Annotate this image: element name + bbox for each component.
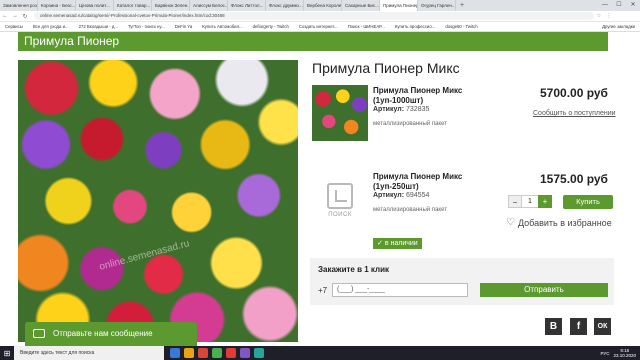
check-icon: ✓ — [377, 240, 383, 247]
bookmark-item[interactable]: Все для ухода и... — [28, 24, 74, 29]
variant-1-price: 5700.00 руб — [540, 86, 608, 100]
heart-icon: ♡ — [506, 217, 515, 228]
odnoklassniki-icon[interactable]: ОК — [594, 318, 611, 335]
qty-minus-button[interactable]: − — [508, 195, 522, 208]
notify-link[interactable]: Сообщить о поступлении — [533, 110, 616, 117]
browser-tab[interactable]: Барвінок Зелен... — [152, 0, 190, 11]
back-icon[interactable]: ← — [0, 13, 10, 19]
taskbar: ⊞ Введите здесь текст для поиска РУС 9:1… — [0, 346, 640, 360]
variant-1-name[interactable]: Примула Пионер Микс (1уп-1000шт) — [373, 86, 493, 106]
taskbar-search-input[interactable]: Введите здесь текст для поиска — [14, 346, 164, 360]
taskbar-app-icon[interactable] — [184, 348, 194, 358]
variant-2-article: Артикул: 694554 — [373, 192, 429, 199]
chat-widget[interactable]: Отправьте нам сообщение — [25, 322, 197, 346]
taskbar-app-icon[interactable] — [254, 348, 264, 358]
taskbar-app-icon[interactable] — [212, 348, 222, 358]
browser-tab[interactable]: Флокс друммо... — [266, 0, 304, 11]
facebook-icon[interactable]: f — [570, 318, 587, 335]
reload-icon[interactable]: ↻ — [20, 13, 30, 20]
browser-tab[interactable]: Вербена Королев... — [304, 0, 342, 11]
in-stock-badge: ✓ в наличии — [373, 238, 422, 249]
browser-tab[interactable]: Цінова полит... — [76, 0, 114, 11]
url-input[interactable]: online.semenasad.ru/catalog/semi/-Profes… — [34, 12, 594, 20]
image-watermark: online.semenasad.ru — [98, 238, 191, 273]
browser-tab-bar: Замовлення роз... Корзина - Безс... Цінова… — [0, 0, 640, 11]
browser-tab[interactable]: Примула Пионер... — [380, 0, 418, 11]
new-tab-button[interactable]: + — [456, 0, 468, 11]
clock-date: 23.10.2020 — [613, 353, 636, 358]
phone-prefix: +7 — [318, 286, 328, 295]
variant-1-image[interactable] — [312, 85, 368, 141]
browser-tab[interactable]: Огурец Гарлен... — [418, 0, 456, 11]
bookmarks-bar: Сервисы Все для ухода и... 272 Вкладыши - … — [0, 22, 640, 32]
chat-icon — [33, 329, 45, 338]
clock[interactable]: 9:15 23.10.2020 — [613, 348, 636, 358]
forward-icon[interactable]: → — [10, 13, 20, 19]
bookmark-item[interactable]: Поиск - ШИНЕАР... — [343, 24, 390, 29]
image-placeholder-text: ПОИСК — [328, 211, 352, 218]
quick-order-title: Закажите в 1 клик — [318, 265, 390, 274]
chat-label[interactable]: Отправьте нам сообщение — [53, 329, 153, 338]
minimize-icon[interactable]: — — [598, 0, 612, 11]
window-controls: — ☐ ✕ — [598, 0, 640, 11]
bookmark-item[interactable]: Купить Автомобил... — [197, 24, 247, 29]
quick-order-panel: Закажите в 1 клик +7 (___) ___-____ Отпр… — [310, 258, 614, 305]
qty-plus-button[interactable]: + — [538, 195, 552, 208]
bookmark-item[interactable]: defiorgerty - Twitch — [248, 24, 294, 29]
quick-order-submit-button[interactable]: Отправить — [480, 283, 608, 297]
address-bar: ← → ↻ online.semenasad.ru/catalog/semi/-… — [0, 11, 640, 22]
stock-label: в наличии — [384, 240, 418, 247]
browser-tab[interactable]: Флокс Литтол... — [228, 0, 266, 11]
bookmark-item[interactable]: dosge60 - Twitch — [440, 24, 482, 29]
browser-tab[interactable]: Каталог товар... — [114, 0, 152, 11]
bookmark-item[interactable]: Купить профессио... — [390, 24, 440, 29]
product-title: Примула Пионер Микс — [312, 60, 460, 76]
variant-2-image[interactable]: ПОИСК — [312, 172, 368, 228]
add-to-wishlist[interactable]: ♡ Добавить в избранное — [506, 217, 612, 228]
browser-tab[interactable]: Корзина - Безс... — [38, 0, 76, 11]
vk-icon[interactable]: В — [545, 318, 562, 335]
article-value: 732835 — [406, 106, 430, 113]
variant-1-article: Артикул: 732835 — [373, 106, 429, 113]
system-tray: РУС 9:15 23.10.2020 — [600, 348, 640, 358]
star-icon[interactable]: ☆ — [594, 13, 604, 19]
article-value: 694554 — [406, 192, 430, 199]
variant-2-pack: металлизированный пакет — [373, 207, 447, 213]
taskbar-app-icon[interactable] — [226, 348, 236, 358]
buy-button[interactable]: Купить — [563, 195, 613, 209]
windows-start-icon[interactable]: ⊞ — [0, 349, 14, 358]
phone-input[interactable]: (___) ___-____ — [332, 283, 468, 297]
image-placeholder-icon — [327, 182, 353, 209]
bookmark-item[interactable]: 272 Вкладыши - д... — [74, 24, 123, 29]
variant-2-name[interactable]: Примула Пионер Микс (1уп-250шт) — [373, 172, 493, 192]
language-indicator[interactable]: РУС — [600, 351, 609, 356]
maximize-icon[interactable]: ☐ — [612, 0, 626, 11]
taskbar-app-icon[interactable] — [198, 348, 208, 358]
variant-1-pack: металлизированный пакет — [373, 121, 447, 127]
category-header: Примула Пионер — [18, 32, 608, 51]
taskbar-apps — [170, 348, 264, 358]
browser-tab[interactable]: Алиссум Белос... — [190, 0, 228, 11]
wishlist-label[interactable]: Добавить в избранное — [518, 218, 612, 228]
browser-tab[interactable]: Сахарные Бис... — [342, 0, 380, 11]
variant-2-price: 1575.00 руб — [540, 172, 608, 186]
quantity-stepper: − 1 + — [508, 195, 552, 208]
browser-tab[interactable]: Замовлення роз... — [0, 0, 38, 11]
bookmark-other[interactable]: Другие закладки — [597, 24, 640, 29]
qty-input[interactable]: 1 — [522, 195, 538, 208]
taskbar-app-icon[interactable] — [170, 348, 180, 358]
bookmark-item[interactable]: DeFin Ya — [170, 24, 198, 29]
taskbar-app-icon[interactable] — [240, 348, 250, 358]
close-icon[interactable]: ✕ — [626, 0, 640, 11]
menu-icon[interactable]: ⋮ — [604, 13, 614, 19]
bookmark-item[interactable]: Сервисы — [0, 24, 28, 29]
article-label: Артикул: — [373, 192, 405, 199]
product-image[interactable]: online.semenasad.ru — [18, 60, 298, 342]
bookmark-item[interactable]: TyrTon - поиск ну... — [123, 24, 170, 29]
bookmark-item[interactable]: Создать интернет... — [294, 24, 343, 29]
article-label: Артикул: — [373, 106, 405, 113]
